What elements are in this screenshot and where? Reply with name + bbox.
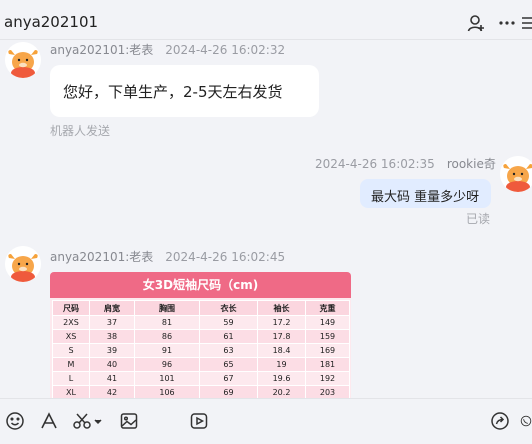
size-chart-header: 尺码 [52,300,90,316]
input-toolbar [0,398,532,444]
video-icon[interactable] [188,410,210,432]
image-icon[interactable] [118,410,140,432]
size-chart-cell: 149 [305,315,350,330]
size-chart-cell: 101 [134,371,200,386]
size-chart-cell: M [52,357,90,372]
size-chart-cell: 63 [199,343,258,358]
sender-name: anya202101:老表 [50,250,154,264]
font-icon[interactable] [38,410,60,432]
message-time: 2024-4-26 16:02:45 [165,250,286,264]
sender-name: rookie奇 [446,157,496,171]
message-time: 2024-4-26 16:02:35 [315,157,435,171]
size-chart-cell: 59 [199,315,258,330]
avatar[interactable] [500,156,532,192]
add-user-icon[interactable] [465,12,487,34]
size-chart-row: XS 38 86 61 17.8 159 [52,329,350,344]
phone-icon[interactable] [520,410,532,432]
size-chart-cell: 65 [199,357,258,372]
size-chart-cell: 18.4 [257,343,306,358]
sender-name: anya202101:老表 [50,43,154,57]
message-bubble[interactable]: 您好，下单生产，2-5天左右发货 [50,65,319,117]
robot-note: 机器人发送 [50,124,111,138]
size-chart-cell: 19 [257,357,306,372]
message-time: 2024-4-26 16:02:32 [165,43,286,57]
share-icon[interactable] [489,410,511,432]
read-status: 已读 [466,212,491,226]
size-chart-cell: 40 [89,357,135,372]
size-chart-cell: 39 [89,343,135,358]
size-chart-row: L 41 101 67 19.6 192 [52,371,350,386]
size-chart-cell: 17.2 [257,315,306,330]
message-meta: anya202101:老表 2024-4-26 16:02:45 [50,248,285,265]
chat-title: anya202101 [4,13,99,31]
size-chart-cell: XS [52,329,90,344]
chat-window: anya202101 anya202101:老表 2024-4-26 16:02… [0,0,532,444]
size-chart-cell: 91 [134,343,200,358]
size-chart-cell: S [52,343,90,358]
size-chart-table: 尺码 肩宽 胸围 衣长 袖长 克重 2XS 37 81 59 17.2 149 [52,300,350,400]
scissors-icon[interactable] [72,410,102,432]
avatar[interactable] [5,42,41,78]
size-chart-cell: 2XS [52,315,90,330]
message-text: 您好，下单生产，2-5天左右发货 [63,83,283,101]
size-chart-header: 肩宽 [89,300,135,316]
size-chart-header-row: 尺码 肩宽 胸围 衣长 袖长 克重 [52,300,350,316]
size-chart-cell: 41 [89,371,135,386]
size-chart-cell: 19.6 [257,371,306,386]
size-chart-title: 女3D短袖尺码（cm) [50,272,351,298]
size-chart-header: 袖长 [257,300,306,316]
emoji-icon[interactable] [4,410,26,432]
size-chart-row: M 40 96 65 19 181 [52,357,350,372]
chat-header: anya202101 [0,0,532,40]
message-text: 最大码 重量多少呀 [371,190,480,205]
size-chart-cell: 96 [134,357,200,372]
more-icon[interactable] [496,12,518,34]
message-meta: 2024-4-26 16:02:35 rookie奇 [315,155,496,172]
size-chart-cell: L [52,371,90,386]
size-chart-cell: 67 [199,371,258,386]
size-chart-header: 胸围 [134,300,200,316]
size-chart-cell: 169 [305,343,350,358]
size-chart-row: 2XS 37 81 59 17.2 149 [52,315,350,330]
size-chart-row: S 39 91 63 18.4 169 [52,343,350,358]
size-chart-cell: 37 [89,315,135,330]
size-chart-cell: 86 [134,329,200,344]
size-chart-cell: 38 [89,329,135,344]
size-chart-image[interactable]: 女3D短袖尺码（cm) 尺码 肩宽 胸围 衣长 袖长 克重 2XS 37 81 … [50,272,351,402]
size-chart-header: 克重 [305,300,350,316]
size-chart-cell: 17.8 [257,329,306,344]
size-chart-cell: 159 [305,329,350,344]
size-chart-cell: 192 [305,371,350,386]
size-chart-header: 衣长 [199,300,258,316]
message-meta: anya202101:老表 2024-4-26 16:02:32 [50,41,285,58]
menu-icon[interactable] [520,12,532,34]
size-chart-cell: 181 [305,357,350,372]
avatar[interactable] [5,246,41,282]
size-chart-cell: 81 [134,315,200,330]
size-chart-cell: 61 [199,329,258,344]
message-bubble[interactable]: 最大码 重量多少呀 [360,179,491,208]
